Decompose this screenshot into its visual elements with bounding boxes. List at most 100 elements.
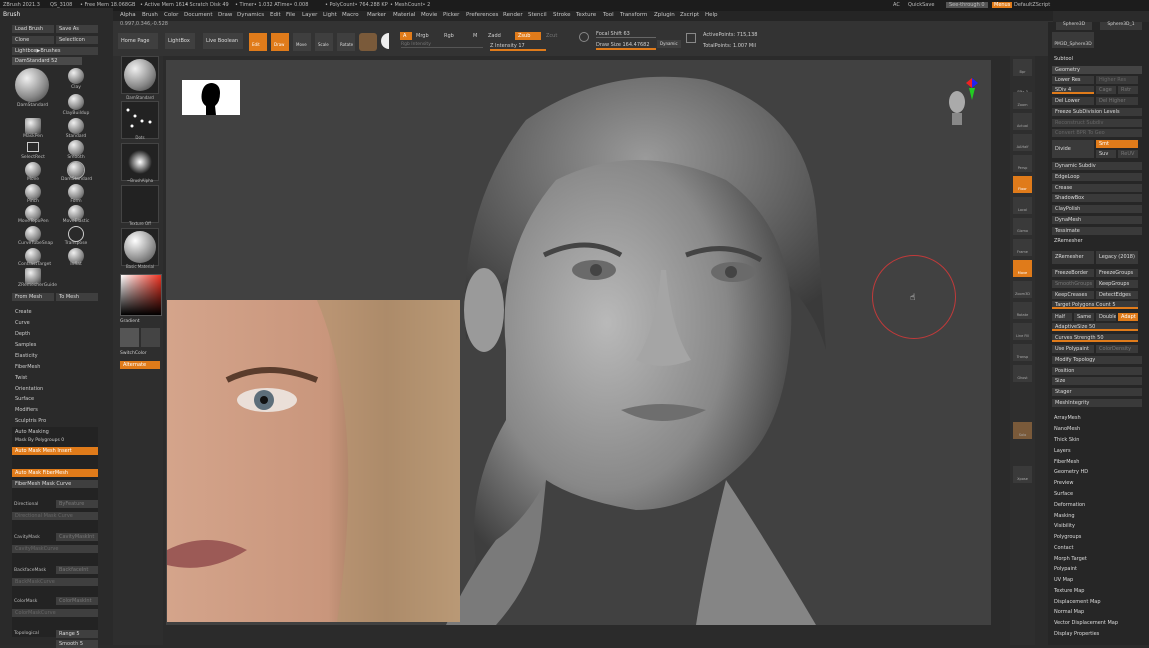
a-toggle[interactable]: A — [400, 32, 412, 40]
save-as-button[interactable]: Save As — [56, 25, 98, 33]
del-higher-button[interactable]: Del Higher — [1096, 97, 1138, 105]
directional-toggle[interactable]: Directional — [14, 502, 38, 507]
alpha-tile[interactable] — [121, 143, 159, 181]
layers-section[interactable]: Layers — [1054, 448, 1071, 454]
z-intensity-slider[interactable]: Z Intensity 17 — [490, 43, 546, 51]
double-button[interactable]: Double — [1096, 313, 1116, 321]
geometry-section[interactable]: Geometry — [1052, 66, 1142, 74]
menu-draw[interactable]: Draw — [218, 12, 232, 18]
move-mode-button[interactable]: Move — [293, 33, 311, 51]
del-lower-button[interactable]: Del Lower — [1052, 97, 1094, 105]
see-through-slider[interactable]: See-through 0 — [946, 2, 988, 8]
cavity-mask-curve[interactable]: CavityMaskCurve — [12, 545, 98, 553]
displacement-map-section[interactable]: Displacement Map — [1054, 599, 1101, 605]
zremesher-button[interactable]: ZRemesher — [1052, 251, 1094, 264]
higher-res-button[interactable]: Higher Res — [1096, 76, 1138, 84]
backface-mask-toggle[interactable]: BackfaceMask — [14, 568, 46, 573]
zcut-button[interactable]: Zcut — [546, 33, 557, 39]
brush-damstandard-selected[interactable] — [68, 162, 84, 178]
freeze-border-button[interactable]: FreezeBorder — [1052, 269, 1094, 277]
dynamic-toggle[interactable]: Dynamic — [657, 40, 681, 48]
reuv-toggle[interactable]: ReUV — [1118, 150, 1138, 158]
menu-material[interactable]: Material — [393, 12, 415, 18]
actual-button[interactable]: Actual — [1013, 113, 1032, 130]
section-fibermesh[interactable]: FiberMesh — [15, 364, 40, 370]
navigation-head-gizmo[interactable] — [946, 85, 968, 130]
sdiv-slider[interactable]: SDiv 4 — [1052, 86, 1094, 94]
scale-mode-button[interactable]: Scale — [315, 33, 333, 51]
menu-macro[interactable]: Macro — [342, 12, 359, 18]
quicksave-button[interactable]: QuickSave — [908, 2, 934, 8]
material-tile[interactable] — [121, 228, 159, 266]
stroke-tile[interactable] — [121, 101, 159, 139]
brush-move[interactable] — [25, 162, 41, 178]
menu-light[interactable]: Light — [323, 12, 337, 18]
freeze-subdivision-button[interactable]: Freeze SubDivision Levels — [1052, 108, 1142, 116]
axis-gizmo[interactable] — [966, 78, 978, 100]
section-surface[interactable]: Surface — [15, 396, 34, 402]
keep-groups-button[interactable]: KeepGroups — [1096, 280, 1138, 288]
zadd-button[interactable]: Zadd — [488, 33, 501, 39]
zoom-button[interactable]: Zoom — [1013, 92, 1032, 109]
lower-res-button[interactable]: Lower Res — [1052, 76, 1094, 84]
arraymesh-section[interactable]: ArrayMesh — [1054, 415, 1081, 421]
polygroups-section[interactable]: Polygroups — [1054, 534, 1081, 540]
brush-standard[interactable] — [68, 118, 84, 134]
menu-zscript[interactable]: Zscript — [680, 12, 699, 18]
polypaint-section[interactable]: Polypaint — [1054, 566, 1077, 572]
gradient-label[interactable]: Gradient — [120, 319, 140, 324]
half-button[interactable]: Half — [1052, 313, 1072, 321]
brush-curvetubesnap[interactable] — [25, 226, 41, 242]
brush-selectrect[interactable] — [27, 142, 39, 152]
viewport-canvas[interactable]: ☝ — [166, 60, 991, 625]
local-button[interactable]: Local — [1013, 197, 1032, 214]
menu-movie[interactable]: Movie — [421, 12, 437, 18]
freeze-groups-button[interactable]: FreezeGroups — [1096, 269, 1138, 277]
color-density-slider[interactable]: ColorDensity — [1096, 345, 1138, 353]
section-elasticity[interactable]: Elasticity — [15, 353, 38, 359]
size-section[interactable]: Size — [1052, 377, 1142, 385]
brush-tile[interactable] — [121, 56, 159, 94]
texture-map-section[interactable]: Texture Map — [1054, 588, 1084, 594]
rstr-button[interactable]: Rstr — [1118, 86, 1138, 94]
color-picker[interactable] — [120, 274, 162, 316]
switch-color-button[interactable]: SwitchColor — [120, 351, 147, 356]
menu-tool[interactable]: Tool — [603, 12, 614, 18]
shadowbox-section[interactable]: ShadowBox — [1052, 194, 1142, 202]
subtool-thumb-sphere3d-1[interactable]: Sphere3D_1 — [1100, 22, 1142, 30]
brush-smooth[interactable] — [68, 140, 84, 156]
uv-map-section[interactable]: UV Map — [1054, 577, 1073, 583]
position-section[interactable]: Position — [1052, 367, 1142, 375]
menu-brush[interactable]: Brush — [142, 12, 158, 18]
aahalf-button[interactable]: AAHalf — [1013, 134, 1032, 151]
edit-mode-button[interactable]: Edit — [249, 33, 267, 51]
section-twist[interactable]: Twist — [15, 375, 27, 381]
smooth-slider[interactable]: Smooth 5 — [56, 640, 98, 648]
solo-button[interactable]: Solo — [1013, 422, 1032, 439]
to-mesh-button[interactable]: To Mesh — [56, 293, 98, 301]
clone-button[interactable]: Clone — [12, 36, 54, 44]
keep-creases-button[interactable]: KeepCreases — [1052, 291, 1094, 299]
current-brush-slider[interactable]: DamStandard 52 — [12, 57, 82, 65]
auto-mask-mesh-insert-toggle[interactable]: Auto Mask Mesh Insert — [12, 447, 98, 455]
frame-button[interactable]: Frame — [1013, 239, 1032, 256]
cavity-mask-int-slider[interactable]: CavityMaskInt — [56, 533, 98, 541]
reconstruct-subdiv-button[interactable]: Reconstruct Subdiv — [1052, 119, 1142, 127]
transp-button[interactable]: Transp — [1013, 344, 1032, 361]
subtool-thumb-pm3d[interactable]: PM3D_Sphere3D — [1052, 32, 1094, 48]
menu-file[interactable]: File — [286, 12, 295, 18]
subtool-thumb-sphere3d[interactable]: Sphere3D — [1056, 22, 1092, 30]
menu-color[interactable]: Color — [164, 12, 178, 18]
cavity-mask-toggle[interactable]: CavityMask — [14, 535, 40, 540]
adaptive-size-slider[interactable]: AdaptiveSize 50 — [1052, 323, 1138, 331]
vector-displacement-map-section[interactable]: Vector Displacement Map — [1054, 620, 1118, 626]
floor-button[interactable]: Floor — [1013, 176, 1032, 193]
menu-texture[interactable]: Texture — [576, 12, 596, 18]
xpose-button[interactable]: Xpose — [1013, 466, 1032, 483]
cage-button[interactable]: Cage — [1096, 86, 1116, 94]
stager-section[interactable]: Stager — [1052, 388, 1142, 396]
range-slider[interactable]: Range 5 — [56, 630, 98, 638]
deformation-section[interactable]: Deformation — [1054, 502, 1085, 508]
menu-edit[interactable]: Edit — [270, 12, 281, 18]
menu-alpha[interactable]: Alpha — [120, 12, 136, 18]
